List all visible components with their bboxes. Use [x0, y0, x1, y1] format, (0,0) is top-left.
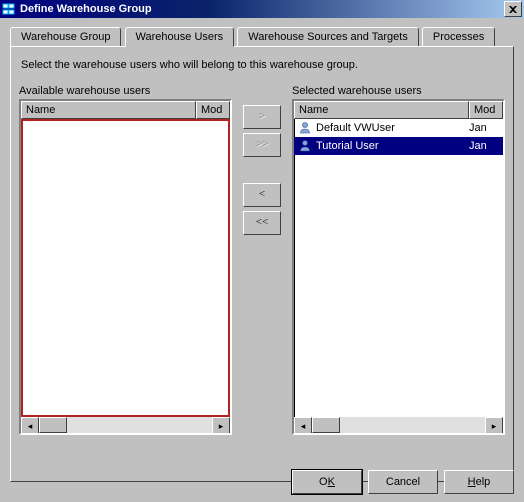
row-mod: Jan	[469, 122, 503, 134]
row-mod: Jan	[469, 140, 503, 152]
selected-hscroll[interactable]: ◂ ▸	[294, 417, 503, 433]
list-item[interactable]: Default VWUser Jan	[294, 119, 503, 137]
selected-label: Selected warehouse users	[292, 85, 505, 97]
selected-header: Name Mod	[294, 101, 503, 119]
cancel-button[interactable]: Cancel	[368, 470, 438, 494]
selected-listbox[interactable]: Name Mod Default VWUser Jan Tutorial User J…	[292, 99, 505, 435]
available-section: Available warehouse users Name Mod ◂ ▸	[19, 85, 232, 435]
user-icon	[298, 121, 312, 135]
columns: Available warehouse users Name Mod ◂ ▸	[19, 85, 505, 435]
define-warehouse-group-window: Define Warehouse Group Warehouse Group W…	[0, 0, 524, 502]
list-item[interactable]: Tutorial User Jan	[294, 137, 503, 155]
tab-warehouse-group[interactable]: Warehouse Group	[10, 27, 121, 46]
available-col-name[interactable]: Name	[21, 101, 196, 119]
add-all-button[interactable]: >>	[243, 133, 281, 157]
remove-button[interactable]: <	[243, 183, 281, 207]
available-col-mod[interactable]: Mod	[196, 101, 230, 119]
tab-panel-users: Select the warehouse users who will belo…	[10, 46, 514, 482]
available-rows[interactable]	[21, 119, 230, 417]
row-name: Tutorial User	[316, 140, 465, 152]
scroll-left-icon[interactable]: ◂	[21, 417, 39, 435]
tab-warehouse-users[interactable]: Warehouse Users	[125, 27, 235, 47]
scroll-right-icon[interactable]: ▸	[212, 417, 230, 435]
window-title: Define Warehouse Group	[20, 3, 504, 15]
available-hscroll[interactable]: ◂ ▸	[21, 417, 230, 433]
selected-rows[interactable]: Default VWUser Jan Tutorial User Jan	[294, 119, 503, 417]
scroll-thumb[interactable]	[39, 417, 67, 433]
dialog-buttons: OK Cancel Help	[292, 470, 514, 494]
window-icon	[2, 2, 16, 16]
selected-col-name[interactable]: Name	[294, 101, 469, 119]
available-label: Available warehouse users	[19, 85, 232, 97]
help-button[interactable]: Help	[444, 470, 514, 494]
available-listbox[interactable]: Name Mod ◂ ▸	[19, 99, 232, 435]
transfer-buttons: > >> < <<	[240, 85, 284, 435]
instruction-text: Select the warehouse users who will belo…	[21, 59, 505, 71]
scroll-track[interactable]	[39, 417, 212, 433]
tab-processes[interactable]: Processes	[422, 27, 495, 46]
ok-button[interactable]: OK	[292, 470, 362, 494]
close-button[interactable]	[504, 1, 522, 17]
remove-all-button[interactable]: <<	[243, 211, 281, 235]
client-area: Warehouse Group Warehouse Users Warehous…	[0, 18, 524, 502]
user-icon	[298, 139, 312, 153]
scroll-left-icon[interactable]: ◂	[294, 417, 312, 435]
tab-bar: Warehouse Group Warehouse Users Warehous…	[10, 26, 514, 46]
title-bar[interactable]: Define Warehouse Group	[0, 0, 524, 18]
available-header: Name Mod	[21, 101, 230, 119]
selected-section: Selected warehouse users Name Mod Defaul…	[292, 85, 505, 435]
add-button[interactable]: >	[243, 105, 281, 129]
scroll-thumb[interactable]	[312, 417, 340, 433]
row-name: Default VWUser	[316, 122, 465, 134]
tab-warehouse-sources[interactable]: Warehouse Sources and Targets	[237, 27, 419, 46]
selected-col-mod[interactable]: Mod	[469, 101, 503, 119]
scroll-track[interactable]	[312, 417, 485, 433]
scroll-right-icon[interactable]: ▸	[485, 417, 503, 435]
